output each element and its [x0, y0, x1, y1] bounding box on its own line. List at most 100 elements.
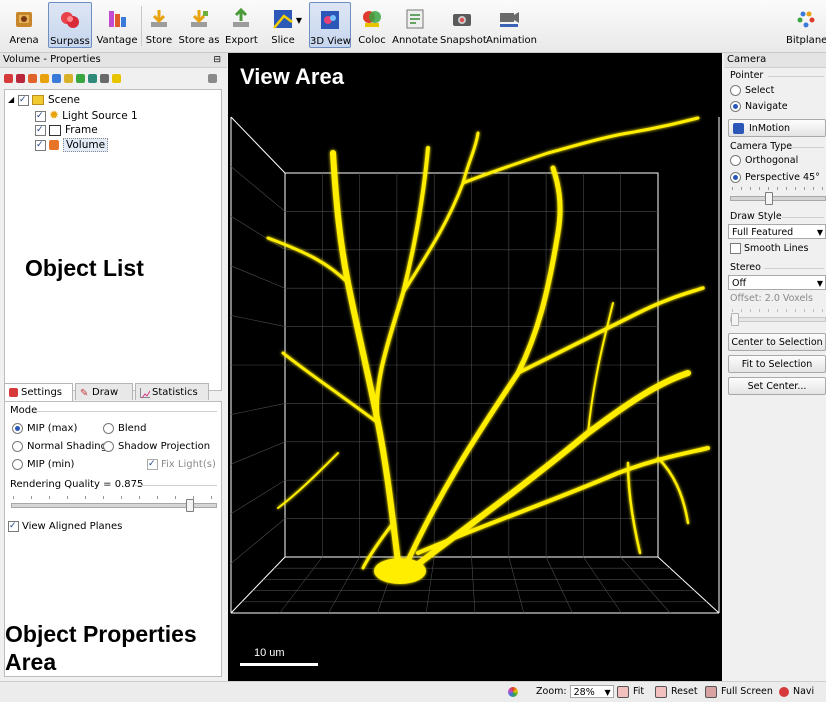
- shadow-projection-radio[interactable]: [103, 440, 114, 452]
- fix-lights-box[interactable]: [147, 457, 158, 471]
- offset-ticks: [732, 309, 824, 312]
- scale-bar: [240, 663, 318, 666]
- center-to-selection-button[interactable]: Center to Selection: [728, 333, 826, 351]
- offset-track[interactable]: [730, 317, 826, 322]
- set-center-button[interactable]: Set Center...: [728, 377, 826, 395]
- tree-item-volume[interactable]: Volume: [35, 138, 109, 152]
- add-clipping-icon[interactable]: [88, 74, 97, 83]
- view-aligned-planes-box[interactable]: [8, 519, 19, 533]
- bitplane-logo[interactable]: Bitplane: [786, 2, 826, 48]
- snapshot-button[interactable]: Snapshot: [440, 2, 487, 48]
- 3d-view-button[interactable]: 3D View: [309, 2, 351, 48]
- perspective-track[interactable]: [730, 196, 826, 201]
- tab-settings[interactable]: Settings: [4, 383, 73, 402]
- offset-thumb[interactable]: [731, 313, 739, 326]
- export-button[interactable]: Export: [225, 2, 258, 48]
- animation-button[interactable]: Animation: [486, 2, 537, 48]
- grid-line: [230, 518, 286, 564]
- view-aligned-planes-checkbox[interactable]: View Aligned Planes: [8, 519, 122, 534]
- tree-item-frame[interactable]: Frame: [35, 123, 98, 137]
- mode-blend[interactable]: Blend: [103, 422, 146, 436]
- tree-item-scene[interactable]: ◢Scene: [8, 93, 80, 107]
- object-tree: ◢Scene ✹Light Source 1 Frame Volume Obje…: [4, 89, 222, 391]
- add-reference-icon[interactable]: [76, 74, 85, 83]
- chevron-down-icon: ▼: [604, 688, 611, 697]
- tab-statistics[interactable]: Statistics: [135, 383, 209, 400]
- mip-max-radio[interactable]: [12, 422, 23, 434]
- reset-button[interactable]: Reset: [655, 685, 698, 699]
- annotate-icon: [404, 8, 426, 30]
- navi-button[interactable]: Navi: [779, 685, 814, 699]
- add-filament-icon[interactable]: [40, 74, 49, 83]
- select-radio[interactable]: [730, 85, 741, 96]
- add-cells-icon[interactable]: [52, 74, 61, 83]
- draw-style-select[interactable]: Full Featured ▼: [728, 224, 826, 239]
- color-wheel-button[interactable]: [508, 685, 522, 699]
- chevron-down-icon[interactable]: ▼: [296, 16, 302, 25]
- arena-button[interactable]: Arena: [4, 2, 44, 48]
- mode-shadow-projection[interactable]: Shadow Projection: [103, 440, 210, 454]
- stereo-select[interactable]: Off ▼: [728, 275, 826, 290]
- mode-mip-max[interactable]: MIP (max): [12, 422, 77, 436]
- tree-item-light-source[interactable]: ✹Light Source 1: [35, 108, 138, 123]
- camera-perspective[interactable]: Perspective 45°: [730, 172, 820, 183]
- add-surface-icon[interactable]: [16, 74, 25, 83]
- slice-button[interactable]: Slice ▼: [262, 2, 304, 48]
- perspective-thumb[interactable]: [765, 192, 773, 205]
- volume-checkbox[interactable]: [35, 138, 46, 152]
- volume-render[interactable]: [228, 53, 722, 681]
- add-volume-icon[interactable]: [4, 74, 13, 83]
- frame-checkbox[interactable]: [35, 123, 46, 137]
- pin-icon[interactable]: ⊟: [213, 53, 221, 67]
- mode-mip-min[interactable]: MIP (min): [12, 458, 74, 472]
- fit-button[interactable]: Fit: [617, 685, 644, 699]
- color-wheel-icon: [508, 686, 518, 697]
- vantage-button[interactable]: Vantage: [95, 2, 139, 48]
- mode-normal-shading[interactable]: Normal Shading: [12, 440, 107, 454]
- reset-icon: [655, 685, 667, 698]
- fix-lights-checkbox[interactable]: Fix Light(s): [147, 457, 216, 472]
- normal-shading-radio[interactable]: [12, 440, 23, 452]
- fit-icon: [617, 685, 629, 698]
- perspective-radio[interactable]: [730, 172, 741, 183]
- tab-draw[interactable]: ✎ Draw: [75, 383, 133, 400]
- inmotion-button[interactable]: InMotion: [728, 119, 826, 137]
- camera-orthogonal[interactable]: Orthogonal: [730, 155, 798, 166]
- pointer-navigate[interactable]: Navigate: [730, 101, 788, 112]
- navigate-radio[interactable]: [730, 101, 741, 112]
- smooth-lines-checkbox[interactable]: Smooth Lines: [730, 243, 808, 254]
- object-properties-label: Object Properties Area: [5, 621, 197, 675]
- trash-icon[interactable]: [208, 74, 217, 83]
- light-source-checkbox[interactable]: [35, 109, 46, 123]
- store-as-button[interactable]: Store as: [178, 2, 220, 48]
- surpass-icon: [59, 9, 81, 31]
- pointer-select[interactable]: Select: [730, 85, 774, 96]
- 3d-view-area[interactable]: View Area 10 um: [228, 53, 722, 681]
- coloc-button[interactable]: Coloc: [356, 2, 388, 48]
- expand-triangle-icon[interactable]: ◢: [8, 93, 18, 107]
- annotate-button[interactable]: Annotate: [392, 2, 438, 48]
- vantage-icon: [106, 8, 128, 30]
- toolbar-separator: [141, 6, 142, 46]
- surpass-button[interactable]: Surpass: [48, 2, 92, 48]
- folder-icon: [32, 95, 44, 105]
- zoom-select[interactable]: 28% ▼: [569, 685, 614, 698]
- divider: [33, 411, 217, 412]
- grid-line: [230, 403, 286, 415]
- smooth-lines-box[interactable]: [730, 243, 741, 254]
- cut-icon[interactable]: [100, 74, 109, 83]
- add-spots-icon[interactable]: [28, 74, 37, 83]
- store-as-icon: [188, 8, 210, 30]
- mip-min-radio[interactable]: [12, 458, 23, 470]
- store-button[interactable]: Store: [144, 2, 174, 48]
- add-light-icon[interactable]: [64, 74, 73, 83]
- orthogonal-radio[interactable]: [730, 155, 741, 166]
- folder-icon[interactable]: [112, 74, 121, 83]
- divider: [135, 485, 217, 486]
- blend-radio[interactable]: [103, 422, 114, 434]
- fit-to-selection-button[interactable]: Fit to Selection: [728, 355, 826, 373]
- grid-line: [328, 556, 360, 614]
- rendering-quality-thumb[interactable]: [185, 499, 194, 512]
- scene-checkbox[interactable]: [18, 93, 29, 107]
- full-screen-button[interactable]: Full Screen: [705, 685, 773, 699]
